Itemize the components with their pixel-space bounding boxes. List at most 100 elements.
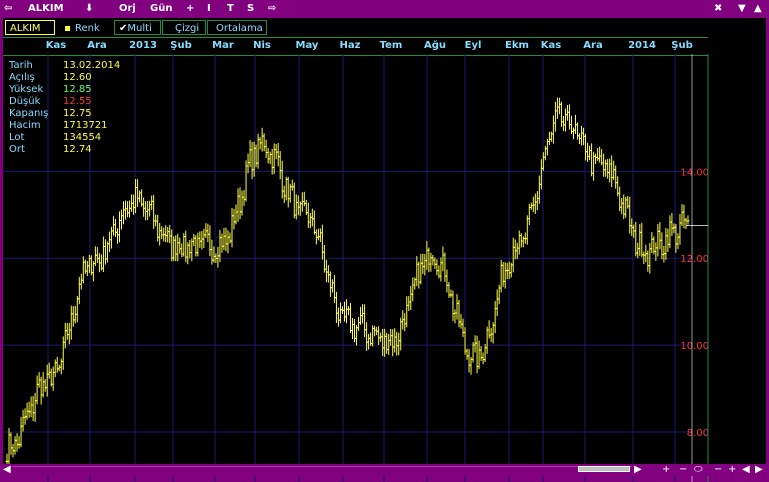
ohlc-bar [620,197,624,215]
ohlc-bar [154,214,158,227]
ohlc-bar [451,290,455,321]
ohlc-bar [284,176,288,201]
s-button[interactable]: S [247,3,254,14]
close-icon[interactable]: ✖ [714,3,722,14]
ohlc-bar [7,428,11,465]
reset-zoom-icon[interactable]: ⬭ [694,464,703,475]
scroll-left-icon[interactable]: ◀ [3,464,11,475]
ohlc-bar [210,239,214,265]
ohlc-bar [553,101,557,132]
i-button[interactable]: I [207,3,211,14]
ohlc-bar [598,146,602,163]
price-chart[interactable]: 8.00 10.00 12.00 14.00 [3,54,766,482]
month-label: 2013 [129,40,157,51]
ohlc-bar [15,433,19,452]
ohlc-bar [567,104,571,130]
zoom-in-2-icon[interactable]: + [728,464,736,475]
zoom-in-icon[interactable]: + [662,464,670,475]
ohlc-bar [519,233,523,248]
ohlc-bar [260,127,264,152]
ohlc-bar [557,97,561,115]
ohlc-bar [646,250,650,272]
ohlc-bar [178,237,182,254]
ohlc-bar [433,257,437,269]
ohlc-bar [622,194,626,220]
ohlc-bar [678,214,682,245]
month-label: Ağu [423,40,447,51]
ohlc-bar [513,239,517,260]
ohlc-bar [148,200,152,217]
ohlc-bar [425,240,429,270]
month-label: Nis [253,40,271,51]
ohlc-bar [650,232,654,253]
ohlc-bar [282,185,286,204]
tab-cizgi[interactable]: Çizgi [162,20,206,35]
down-icon[interactable]: ▼ [738,3,746,14]
ohlc-bar [561,115,565,132]
ohlc-bar [79,273,83,290]
ohlc-bar [63,322,67,349]
download-arrow-icon[interactable]: ⬇ [85,3,93,14]
ohlc-bar [51,366,55,391]
ohlc-bar [300,192,304,212]
ohlc-bar [328,271,332,297]
ohlc-bar [636,242,640,259]
ohlc-bar [57,364,61,372]
ohlc-bar [85,260,89,276]
scroll-thumb[interactable] [578,466,630,472]
ohlc-bar [21,409,25,432]
ohlc-bar [487,320,491,339]
ohlc-bar [136,179,140,208]
scroll-right-icon[interactable]: ▶ [634,464,642,475]
color-square-icon [65,25,70,31]
ohlc-bar [365,322,369,351]
tab-multi[interactable]: ✔Multi [114,20,161,35]
ohlc-bar [662,246,666,263]
ohlc-bar [294,194,298,220]
period-button[interactable]: Gün [150,3,172,14]
symbol-title[interactable]: ALKIM [28,3,64,14]
tab-symbol[interactable]: ALKIM [5,20,55,35]
ohlc-bar [158,222,162,246]
ohlc-bar [312,210,316,235]
ohlc-bar [501,262,505,287]
ohlc-bar [166,227,170,243]
scroll-right-2-icon[interactable]: ▶ [755,464,763,475]
plus-button[interactable]: + [186,3,194,14]
ohlc-bar [439,257,443,282]
forward-arrow-icon[interactable]: ⇨ [268,3,276,14]
ohlc-bar [262,133,266,152]
tab-renk[interactable]: Renk [60,20,110,35]
ohlc-bar [515,242,519,259]
zoom-out-icon[interactable]: − [679,464,687,475]
ohlc-bar [59,358,63,375]
ohlc-bar [606,158,610,179]
ohlc-bar [377,326,381,345]
ohlc-bar [126,201,130,218]
orj-button[interactable]: Orj [119,3,136,14]
ohlc-bar [465,348,469,360]
ohlc-bar [194,235,198,257]
ohlc-bar [517,230,521,255]
tab-ortalama[interactable]: Ortalama [207,20,267,35]
zoom-out-2-icon[interactable]: − [714,464,722,475]
ohlc-bar [423,254,427,276]
ohlc-bar [684,217,688,229]
ohlc-bar [588,145,592,161]
ohlc-bar [505,262,509,280]
month-label: Ara [583,40,603,51]
ohlc-bar [338,302,342,324]
back-arrow-icon[interactable]: ⇦ [4,3,12,14]
ohlc-bar [565,105,569,121]
month-label: Şub [671,40,693,51]
ohlc-bar [55,356,59,373]
scroll-track[interactable] [12,466,632,474]
t-button[interactable]: T [227,3,234,14]
ohlc-bar [240,190,244,216]
scroll-left-2-icon[interactable]: ◀ [742,464,750,475]
ohlc-bar [91,261,95,282]
info-label: Hacim [9,120,41,131]
ohlc-bar [660,232,664,260]
ohlc-bar [69,305,73,340]
up-icon[interactable]: ▲ [754,3,762,14]
